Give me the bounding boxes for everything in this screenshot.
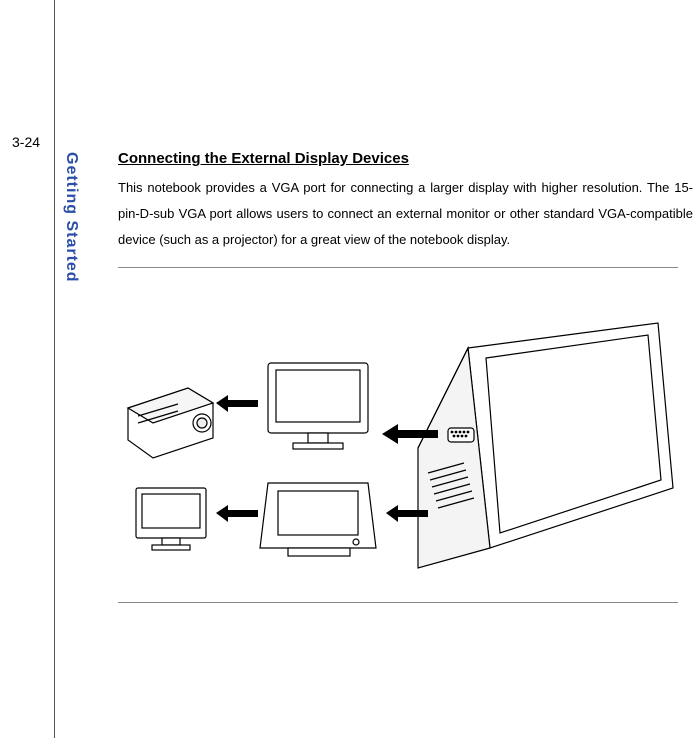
crt-monitor-icon: [260, 483, 376, 556]
divider-top: [118, 267, 678, 268]
body-paragraph: This notebook provides a VGA port for co…: [118, 175, 693, 253]
arrow-icon: [216, 505, 258, 522]
notebook-icon: [418, 323, 673, 568]
projector-icon: [128, 388, 213, 458]
main-content: Connecting the External Display Devices …: [118, 150, 693, 603]
page-number: 3-24: [12, 134, 40, 150]
vertical-divider: [54, 0, 55, 738]
divider-bottom: [118, 602, 678, 603]
connection-diagram: [118, 288, 678, 588]
section-heading: Connecting the External Display Devices: [118, 150, 693, 167]
arrow-icon: [216, 395, 258, 412]
lcd-monitor-icon: [268, 363, 368, 449]
lcd-monitor-small-icon: [136, 488, 206, 550]
section-label: Getting Started: [62, 152, 80, 283]
